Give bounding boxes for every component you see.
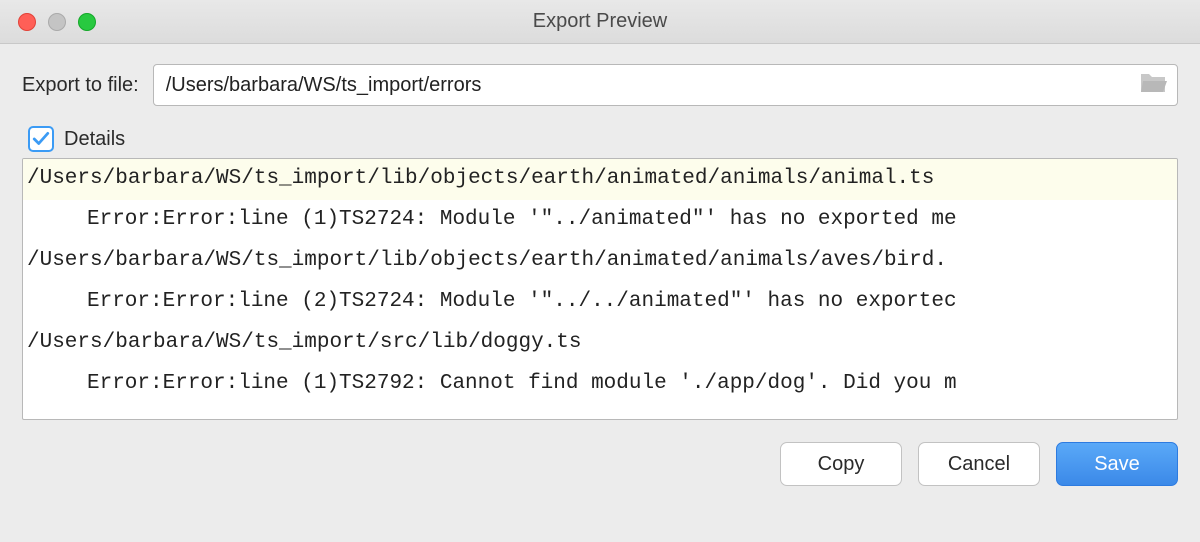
details-checkbox[interactable] [28,126,54,152]
export-to-file-label: Export to file: [22,74,139,97]
preview-line: /Users/barbara/WS/ts_import/lib/objects/… [23,159,1177,200]
file-path-wrapper [153,64,1178,106]
preview-line: Error:Error:line (1)TS2792: Cannot find … [23,364,1177,405]
details-label: Details [64,128,125,151]
cancel-button[interactable]: Cancel [918,442,1040,486]
preview-line: /Users/barbara/WS/ts_import/lib/objects/… [23,241,1177,282]
file-path-input[interactable] [166,74,1139,97]
close-window-button[interactable] [18,13,36,31]
preview-textarea[interactable]: /Users/barbara/WS/ts_import/lib/objects/… [22,158,1178,420]
window-title: Export Preview [533,10,668,33]
preview-line: /Users/barbara/WS/ts_import/src/lib/dogg… [23,323,1177,364]
titlebar: Export Preview [0,0,1200,44]
preview-line: Error:Error:line (1)TS2724: Module '"../… [23,200,1177,241]
dialog-content: Export to file: Details /Users/barbara/W… [0,44,1200,420]
minimize-window-button[interactable] [48,13,66,31]
button-row: Copy Cancel Save [0,420,1200,486]
details-row: Details [22,126,1178,152]
preview-line: Error:Error:line (2)TS2724: Module '"../… [23,282,1177,323]
export-file-row: Export to file: [22,64,1178,106]
window-controls [0,13,96,31]
copy-button[interactable]: Copy [780,442,902,486]
browse-folder-icon[interactable] [1139,72,1167,99]
save-button[interactable]: Save [1056,442,1178,486]
maximize-window-button[interactable] [78,13,96,31]
